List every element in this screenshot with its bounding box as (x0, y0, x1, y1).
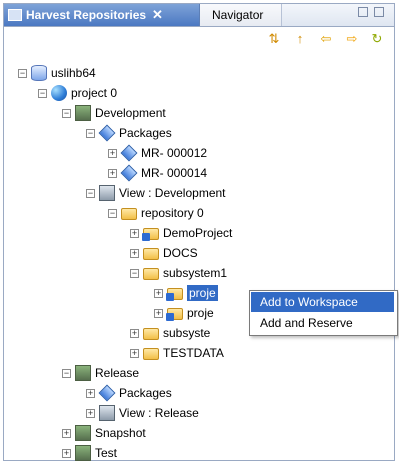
tree-node-label: proje (187, 306, 214, 320)
collapse-toggle[interactable]: − (86, 188, 95, 198)
collapse-toggle[interactable]: − (86, 128, 95, 138)
folder-icon (166, 308, 183, 321)
tree-node-view-development[interactable]: − View : Development (86, 184, 226, 202)
tree-node-development[interactable]: − Development (62, 104, 166, 122)
folder-icon (166, 288, 183, 301)
tree-node-label: TESTDATA (163, 346, 224, 360)
menu-item-label: Add and Reserve (260, 316, 353, 330)
expand-toggle[interactable]: + (108, 168, 117, 178)
tree-node-label: Snapshot (95, 426, 146, 440)
expand-toggle[interactable]: + (130, 248, 139, 258)
tree-node-label: uslihb64 (51, 66, 96, 80)
collapse-toggle[interactable]: − (62, 368, 71, 378)
view-icon (99, 185, 115, 201)
tree-node-label: DOCS (163, 246, 198, 260)
tree-node-package-mr-000012[interactable]: + MR- 000012 (108, 144, 207, 162)
globe-icon (51, 85, 67, 101)
expand-toggle[interactable]: + (154, 308, 163, 318)
tree-node-repository[interactable]: − repository 0 (108, 204, 204, 222)
tree-node-server[interactable]: − uslihb64 (18, 64, 96, 82)
folder-icon (143, 268, 159, 280)
collapse-toggle[interactable]: − (108, 208, 117, 218)
tree-node-release[interactable]: − Release (62, 364, 139, 382)
expand-toggle[interactable]: + (62, 428, 71, 438)
expand-toggle[interactable]: + (130, 348, 139, 358)
tree-node-packages[interactable]: − Packages (86, 124, 172, 142)
expand-toggle[interactable]: + (154, 288, 163, 298)
tree-node-package-mr-000014[interactable]: + MR- 000014 (108, 164, 207, 182)
tree-node-label: repository 0 (141, 206, 204, 220)
state-icon (75, 445, 91, 461)
tree-node-label: View : Release (119, 406, 199, 420)
folder-icon (143, 328, 159, 340)
tree-node-label: MR- 000012 (141, 146, 208, 160)
tree-node-label: subsystem1 (163, 266, 228, 280)
tree-node-snapshot[interactable]: + Snapshot (62, 424, 146, 442)
package-icon (120, 164, 138, 182)
context-menu: Add to Workspace Add and Reserve (249, 290, 398, 336)
folder-icon (143, 348, 159, 360)
tree-node-label: proje (187, 285, 218, 301)
tree-node-label: DemoProject (163, 226, 233, 240)
tree-node-release-packages[interactable]: + Packages (86, 384, 172, 402)
state-icon (75, 105, 91, 121)
collapse-toggle[interactable]: − (130, 268, 139, 278)
tree-node-project-2[interactable]: + proje (154, 304, 214, 322)
repository-tree: − uslihb64 − project 0 − Development − P… (4, 4, 394, 462)
tree-node-label: Development (95, 106, 166, 120)
folder-icon (143, 248, 159, 260)
tree-node-docs[interactable]: + DOCS (130, 244, 198, 262)
tree-node-testdata[interactable]: + TESTDATA (130, 344, 224, 362)
tree-node-label: Packages (119, 386, 172, 400)
expand-toggle[interactable]: + (130, 228, 139, 238)
state-icon (75, 425, 91, 441)
state-icon (75, 365, 91, 381)
folder-icon (142, 228, 159, 241)
menu-item-add-to-workspace[interactable]: Add to Workspace (251, 292, 394, 312)
view-icon (99, 405, 115, 421)
expand-toggle[interactable]: + (62, 448, 71, 458)
menu-item-label: Add to Workspace (260, 295, 358, 309)
collapse-toggle[interactable]: − (62, 108, 71, 118)
tree-node-label: Packages (119, 126, 172, 140)
tree-node-label: Test (95, 446, 118, 460)
expand-toggle[interactable]: + (86, 408, 95, 418)
tree-node-label: Release (95, 366, 140, 380)
folder-icon (121, 208, 137, 220)
package-icon (98, 384, 116, 402)
tree-node-subsystem1[interactable]: − subsystem1 (130, 264, 227, 282)
collapse-toggle[interactable]: − (38, 88, 47, 98)
expand-toggle[interactable]: + (108, 148, 117, 158)
tree-node-label: subsyste (163, 326, 211, 340)
package-icon (98, 124, 116, 142)
menu-item-add-and-reserve[interactable]: Add and Reserve (251, 313, 394, 333)
tree-node-subsystem2[interactable]: + subsyste (130, 324, 210, 342)
tree-node-label: View : Development (119, 186, 226, 200)
database-icon (31, 65, 47, 81)
tree-node-test[interactable]: + Test (62, 444, 117, 462)
tree-node-label: MR- 000014 (141, 166, 208, 180)
expand-toggle[interactable]: + (130, 328, 139, 338)
tree-node-project[interactable]: − project 0 (38, 84, 117, 102)
harvest-repositories-view: Harvest Repositories ✕ Navigator ⇅ ↑ ⇦ ⇨… (3, 3, 398, 462)
collapse-toggle[interactable]: − (18, 68, 27, 78)
tree-node-demoproject[interactable]: + DemoProject (130, 224, 232, 242)
expand-toggle[interactable]: + (86, 388, 95, 398)
package-icon (120, 144, 138, 162)
tree-node-label: project 0 (71, 86, 118, 100)
tree-node-view-release[interactable]: + View : Release (86, 404, 199, 422)
tree-node-project-selected[interactable]: + proje (154, 284, 218, 302)
